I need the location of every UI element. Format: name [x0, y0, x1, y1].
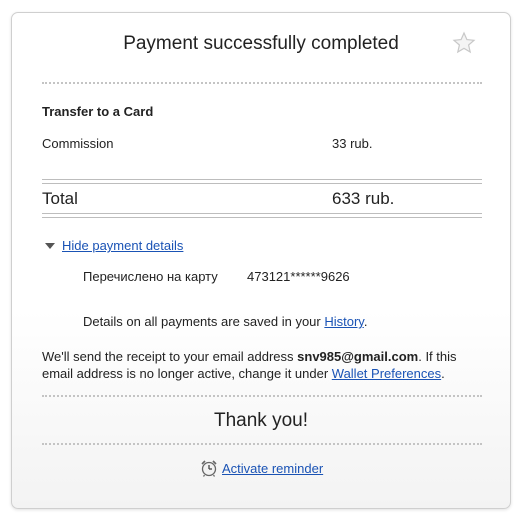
triangle-down-icon: [45, 243, 55, 249]
page-title: Payment successfully completed: [123, 33, 399, 54]
saved-note-suffix: .: [363, 314, 368, 329]
activate-reminder-link[interactable]: Activate reminder: [222, 461, 323, 476]
card-label: Перечислено на карту: [83, 269, 218, 284]
divider: [42, 443, 482, 445]
receipt-note: We'll send the receipt to your email add…: [42, 348, 487, 382]
commission-label: Commission: [42, 136, 114, 151]
total-label: Total: [42, 189, 78, 208]
saved-note-text: Details on all payments are saved in you…: [83, 314, 325, 329]
total-value: 633 rub.: [332, 189, 395, 208]
hide-details-link[interactable]: Hide payment details: [62, 238, 183, 253]
section-title: Transfer to a Card: [42, 104, 154, 119]
receipt-text: We'll send the receipt to your email add…: [42, 349, 298, 364]
divider: [42, 179, 482, 184]
star-icon[interactable]: [452, 31, 476, 55]
email-address: snv985@gmail.com: [297, 349, 419, 364]
divider: [42, 213, 482, 218]
payment-card: Payment successfully completed Transfer …: [11, 12, 511, 509]
history-link[interactable]: History: [324, 314, 363, 329]
hide-details-toggle[interactable]: Hide payment details: [45, 238, 183, 253]
wallet-preferences-link[interactable]: Wallet Preferences: [332, 366, 441, 381]
card-number: 473121******9626: [247, 269, 350, 284]
alarm-clock-icon: [201, 460, 217, 477]
commission-value: 33 rub.: [332, 136, 373, 151]
saved-note: Details on all payments are saved in you…: [83, 314, 367, 329]
receipt-suffix: .: [441, 366, 445, 381]
activate-reminder[interactable]: Activate reminder: [200, 459, 323, 477]
thank-you-message: Thank you!: [214, 410, 308, 431]
divider: [42, 395, 482, 397]
divider: [42, 82, 482, 84]
